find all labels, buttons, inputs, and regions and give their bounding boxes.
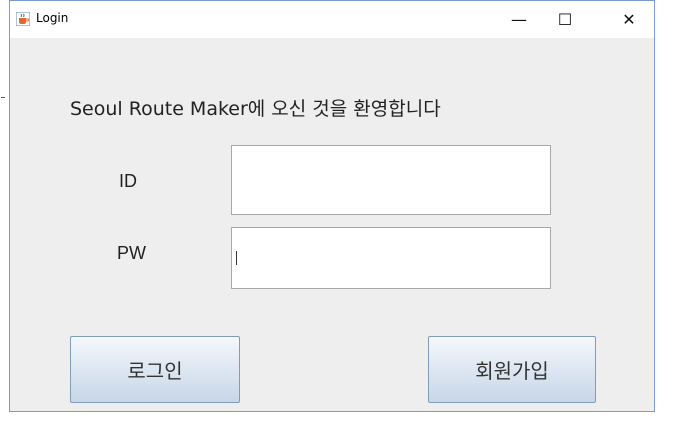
signup-button[interactable]: 회원가입 bbox=[428, 336, 596, 403]
minimize-button[interactable]: — bbox=[496, 1, 542, 38]
close-button[interactable]: ✕ bbox=[606, 1, 652, 38]
title-bar[interactable]: Login — ☐ ✕ bbox=[10, 1, 654, 38]
maximize-button[interactable]: ☐ bbox=[542, 1, 588, 38]
stray-mark bbox=[1, 97, 5, 98]
text-caret bbox=[236, 251, 237, 265]
java-cup-icon bbox=[16, 12, 30, 26]
welcome-heading: Seoul Route Maker에 오신 것을 환영합니다 bbox=[70, 98, 441, 120]
window-title: Login bbox=[36, 11, 69, 25]
id-input[interactable] bbox=[231, 145, 551, 215]
login-button[interactable]: 로그인 bbox=[70, 336, 240, 403]
id-label: ID bbox=[119, 171, 137, 191]
pw-label: PW bbox=[117, 243, 146, 263]
password-input[interactable] bbox=[231, 227, 551, 289]
login-window: Login — ☐ ✕ Seoul Route Maker에 오신 것을 환영합… bbox=[9, 0, 655, 412]
